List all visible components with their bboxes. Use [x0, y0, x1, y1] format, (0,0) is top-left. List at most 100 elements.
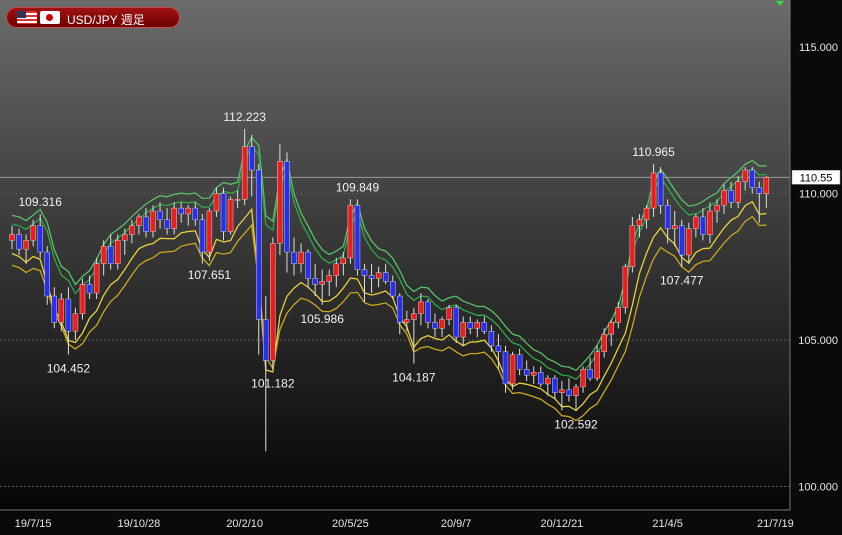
- candle-body: [728, 190, 734, 203]
- candle-body: [340, 257, 347, 264]
- candle-body: [425, 301, 431, 323]
- candle-body: [277, 161, 283, 244]
- price-annotation: 104.187: [392, 370, 436, 384]
- candle-body: [270, 243, 276, 361]
- y-axis-background: [790, 0, 842, 510]
- candle-body: [72, 313, 79, 332]
- candle-body: [220, 193, 227, 232]
- price-annotation: 109.849: [336, 180, 380, 194]
- candle-body: [664, 204, 671, 229]
- candle-body: [256, 169, 262, 320]
- x-tick-label: 21/4/5: [652, 518, 683, 530]
- candle-body: [9, 234, 15, 241]
- candle-body: [143, 216, 149, 232]
- candle-body: [361, 269, 368, 276]
- candle-body: [481, 322, 488, 332]
- price-annotation: 109.316: [19, 195, 63, 209]
- candle-body: [763, 177, 770, 194]
- candle-body: [552, 377, 558, 393]
- x-tick-label: 20/12/21: [540, 518, 583, 530]
- candle-body: [467, 322, 473, 329]
- candle-body: [453, 307, 459, 338]
- candle-body: [248, 146, 255, 171]
- candle-body: [756, 187, 762, 194]
- candle-body: [693, 216, 699, 229]
- candle-body: [672, 225, 678, 229]
- currency-pair-badge[interactable]: USD/JPY 週足: [6, 7, 180, 28]
- candle-body: [368, 275, 375, 279]
- candle-body: [566, 389, 572, 396]
- price-annotation: 107.651: [188, 268, 232, 282]
- candle-body: [460, 322, 466, 338]
- candle-body: [432, 322, 438, 329]
- candle-body: [65, 298, 72, 332]
- candle-body: [30, 225, 36, 241]
- candle-body: [742, 169, 748, 182]
- candle-body: [643, 207, 650, 221]
- candle-body: [411, 313, 417, 320]
- candlestick-chart: 109.316 104.452 112.223 107.651 101.182 109.8…: [0, 0, 842, 535]
- candle-body: [185, 207, 191, 215]
- candle-body: [241, 146, 248, 200]
- japan-flag-icon: [40, 11, 60, 24]
- candle-body: [390, 281, 396, 297]
- x-tick-label: 20/9/7: [441, 518, 472, 530]
- x-tick-label: 21/7/19: [757, 518, 794, 530]
- candle-body: [580, 369, 586, 388]
- candle-body: [502, 351, 509, 385]
- price-annotation: 104.452: [47, 362, 91, 376]
- candle-body: [523, 369, 530, 376]
- candle-body: [347, 204, 354, 259]
- candle-body: [213, 193, 220, 212]
- candle-body: [178, 207, 184, 215]
- candle-body: [679, 225, 685, 256]
- candle-body: [100, 246, 107, 264]
- candle-body: [227, 199, 234, 232]
- current-price-label: 110.55: [800, 172, 833, 184]
- price-annotation: 101.182: [251, 376, 295, 390]
- candle-body: [608, 322, 614, 335]
- candle-body: [326, 275, 332, 282]
- candle-body: [93, 263, 100, 294]
- candle-body: [397, 295, 403, 323]
- candle-body: [79, 284, 86, 314]
- candle-body: [319, 281, 325, 285]
- candle-body: [298, 251, 304, 264]
- y-tick-label: 110.000: [799, 188, 838, 200]
- candle-body: [545, 377, 551, 385]
- candle-body: [587, 369, 593, 379]
- price-annotation: 102.592: [554, 417, 598, 431]
- candle-body: [446, 307, 452, 320]
- candle-body: [44, 251, 50, 297]
- pair-label: USD/JPY 週足: [67, 13, 145, 27]
- price-annotation: 110.965: [632, 145, 675, 159]
- y-tick-label: 115.000: [799, 42, 838, 54]
- candle-body: [129, 225, 135, 235]
- candle-body: [538, 372, 544, 385]
- candle-body: [115, 240, 121, 264]
- candle-body: [51, 295, 57, 323]
- candle-body: [382, 272, 389, 282]
- candle-body: [284, 161, 290, 253]
- candle-body: [509, 354, 516, 385]
- x-tick-label: 20/5/25: [332, 518, 369, 530]
- candle-body: [37, 225, 43, 253]
- candle-body: [650, 172, 657, 209]
- candle-body: [474, 322, 480, 329]
- candle-body: [136, 216, 142, 226]
- price-annotation: 107.477: [660, 274, 704, 288]
- candle-body: [192, 207, 199, 221]
- candle-body: [418, 301, 424, 314]
- candle-body: [735, 181, 741, 203]
- candle-body: [291, 251, 297, 264]
- candle-body: [263, 319, 269, 361]
- candle-body: [23, 240, 29, 250]
- x-tick-label: 20/2/10: [226, 518, 263, 530]
- candle-body: [721, 190, 727, 206]
- candle-body: [516, 354, 523, 370]
- candle-body: [150, 210, 156, 232]
- candle-body: [122, 234, 128, 241]
- candle-body: [107, 246, 114, 264]
- candle-body: [714, 204, 720, 212]
- y-tick-label: 105.000: [798, 335, 838, 347]
